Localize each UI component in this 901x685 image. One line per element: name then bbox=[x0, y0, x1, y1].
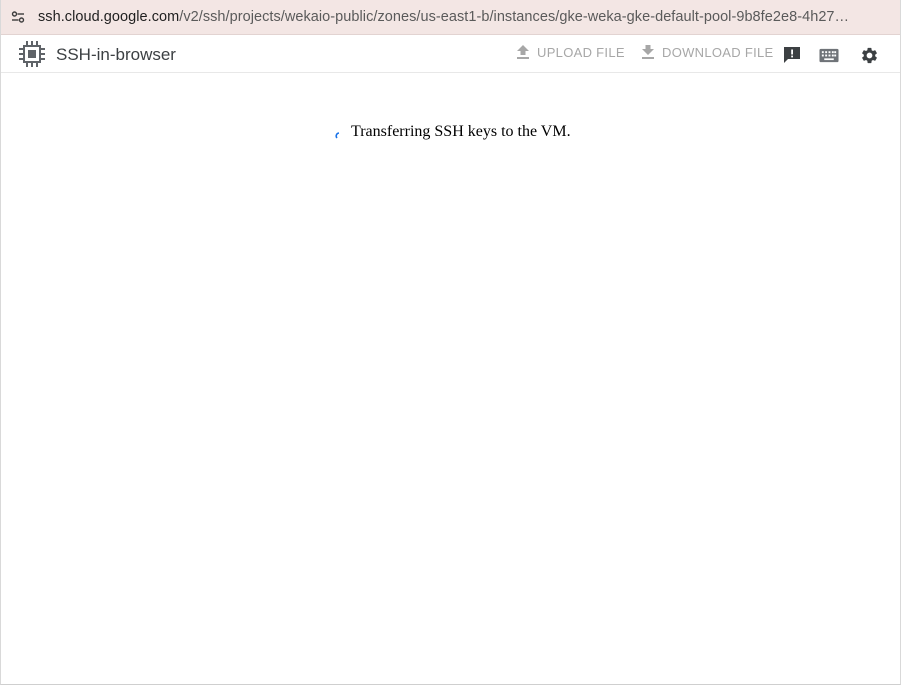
download-icon bbox=[642, 45, 654, 59]
upload-file-label: UPLOAD FILE bbox=[537, 44, 625, 60]
address-bar[interactable]: ssh.cloud.google.com/v2/ssh/projects/wek… bbox=[1, 0, 900, 35]
upload-file-button[interactable]: UPLOAD FILE bbox=[516, 44, 625, 60]
app-title: SSH-in-browser bbox=[56, 45, 176, 64]
site-info-icon[interactable] bbox=[11, 10, 25, 24]
settings-button[interactable] bbox=[859, 45, 879, 65]
url-host: ssh.cloud.google.com bbox=[38, 9, 180, 25]
keyboard-icon bbox=[819, 48, 839, 62]
url-text[interactable]: ssh.cloud.google.com/v2/ssh/projects/wek… bbox=[38, 9, 886, 25]
gear-icon bbox=[861, 47, 877, 63]
connection-status: Transferring SSH keys to the VM. bbox=[335, 123, 571, 141]
terminal-area[interactable]: Transferring SSH keys to the VM. bbox=[1, 73, 900, 684]
url-path: /v2/ssh/projects/wekaio-public/zones/us-… bbox=[179, 9, 850, 25]
status-text: Transferring SSH keys to the VM. bbox=[351, 123, 571, 140]
loading-spinner-icon bbox=[335, 132, 340, 139]
upload-icon bbox=[517, 45, 529, 59]
download-file-label: DOWNLOAD FILE bbox=[662, 44, 774, 60]
app-toolbar: SSH-in-browser UPLOAD FILE DOWNLOAD FILE bbox=[1, 36, 900, 73]
browser-window: ssh.cloud.google.com/v2/ssh/projects/wek… bbox=[0, 0, 901, 685]
feedback-button[interactable] bbox=[782, 45, 802, 65]
feedback-icon bbox=[784, 47, 800, 63]
chip-icon bbox=[18, 40, 46, 68]
keyboard-button[interactable] bbox=[819, 45, 839, 65]
download-file-button[interactable]: DOWNLOAD FILE bbox=[641, 44, 774, 60]
